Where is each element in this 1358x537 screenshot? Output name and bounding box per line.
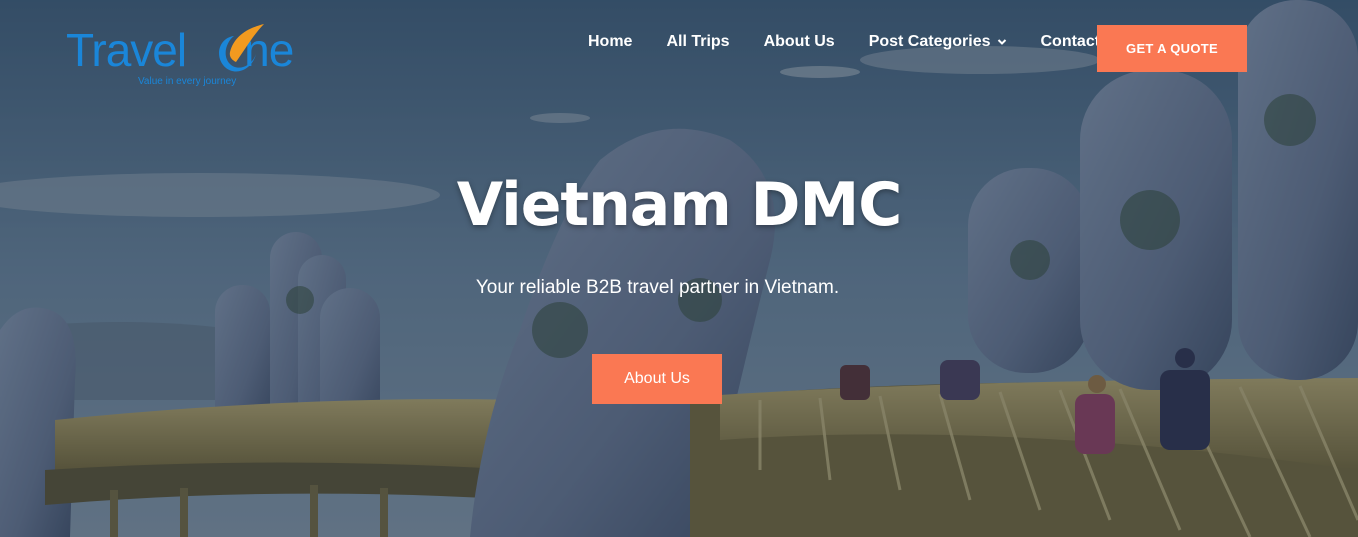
nav-item-about-us-label: About Us [763,33,835,50]
site-header: Travel ne Value in every journey Home All… [0,0,1358,100]
nav-item-all-trips-label: All Trips [666,33,730,50]
about-us-button[interactable]: About Us [592,354,722,404]
main-nav: Home All Trips About Us Post Categories … [588,33,1100,51]
hero-section: Travel ne Value in every journey Home All… [0,0,1358,537]
nav-item-all-trips[interactable]: All Trips [666,33,729,51]
nav-item-contact[interactable]: Contact [1041,33,1101,51]
nav-item-post-categories-label: Post Categories [868,33,991,50]
site-logo[interactable]: Travel ne Value in every journey [66,20,326,90]
chevron-down-icon [997,39,1006,45]
logo-tagline: Value in every journey [138,76,237,87]
nav-item-post-categories[interactable]: Post Categories [869,33,1007,51]
hero-subtitle: Your reliable B2B travel partner in Viet… [475,277,840,298]
nav-item-about-us[interactable]: About Us [764,33,835,51]
nav-item-home[interactable]: Home [588,33,632,51]
nav-item-home-label: Home [588,33,633,50]
get-a-quote-button[interactable]: GET A QUOTE [1097,25,1247,72]
logo-o-swoosh-icon [219,24,264,72]
hero-title: Vietnam DMC [456,170,902,240]
logo-text-part1: Travel [66,24,187,76]
nav-item-contact-label: Contact [1040,33,1101,50]
